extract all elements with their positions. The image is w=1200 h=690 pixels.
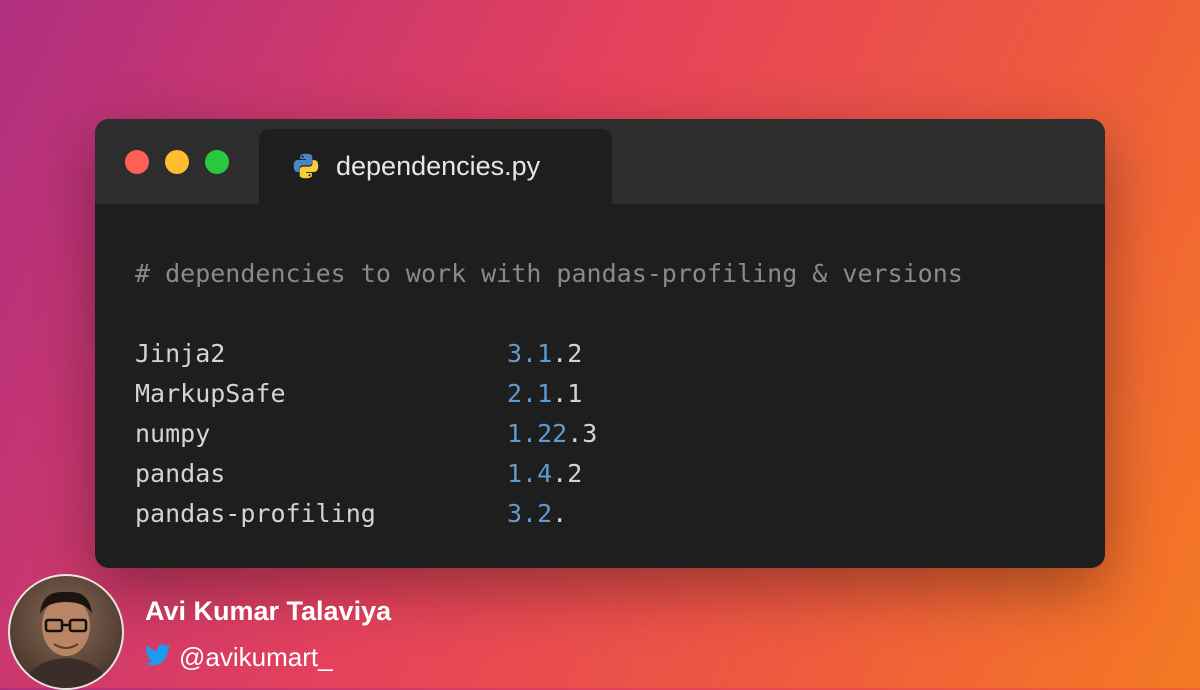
maximize-window-button[interactable] <box>205 150 229 174</box>
author-handle[interactable]: @avikumart_ <box>179 640 333 674</box>
code-area: # dependencies to work with pandas-profi… <box>135 254 963 534</box>
python-icon <box>293 153 319 179</box>
version-major-minor: 1.22 <box>507 419 568 448</box>
twitter-icon <box>145 644 171 666</box>
title-bar: dependencies.py <box>95 119 1105 204</box>
package-name: pandas <box>135 459 226 488</box>
author-avatar <box>8 574 124 690</box>
editor-window: dependencies.py # dependencies to work w… <box>95 119 1105 568</box>
code-line: pandas 1.4.2 <box>135 454 963 494</box>
author-name: Avi Kumar Talaviya <box>145 596 392 626</box>
code-comment: # dependencies to work with pandas-profi… <box>135 259 963 288</box>
code-line: pandas-profiling 3.2. <box>135 494 963 534</box>
version-patch: .2 <box>552 339 583 368</box>
file-tab[interactable]: dependencies.py <box>259 129 612 204</box>
version-patch: . <box>552 499 568 528</box>
code-line: Jinja2 3.1.2 <box>135 334 963 374</box>
minimize-window-button[interactable] <box>165 150 189 174</box>
version-patch: .1 <box>552 379 583 408</box>
tab-filename: dependencies.py <box>336 151 541 181</box>
package-name: MarkupSafe <box>135 379 286 408</box>
package-name: numpy <box>135 419 211 448</box>
code-line: MarkupSafe 2.1.1 <box>135 374 963 414</box>
version-major-minor: 3.1 <box>507 339 553 368</box>
version-major-minor: 2.1 <box>507 379 553 408</box>
version-major-minor: 3.2 <box>507 499 553 528</box>
version-patch: .2 <box>552 459 583 488</box>
code-line: numpy 1.22.3 <box>135 414 963 454</box>
version-patch: .3 <box>567 419 598 448</box>
avatar-portrait <box>22 591 110 688</box>
version-major-minor: 1.4 <box>507 459 553 488</box>
package-name: Jinja2 <box>135 339 226 368</box>
package-name: pandas-profiling <box>135 499 376 528</box>
close-window-button[interactable] <box>125 150 149 174</box>
